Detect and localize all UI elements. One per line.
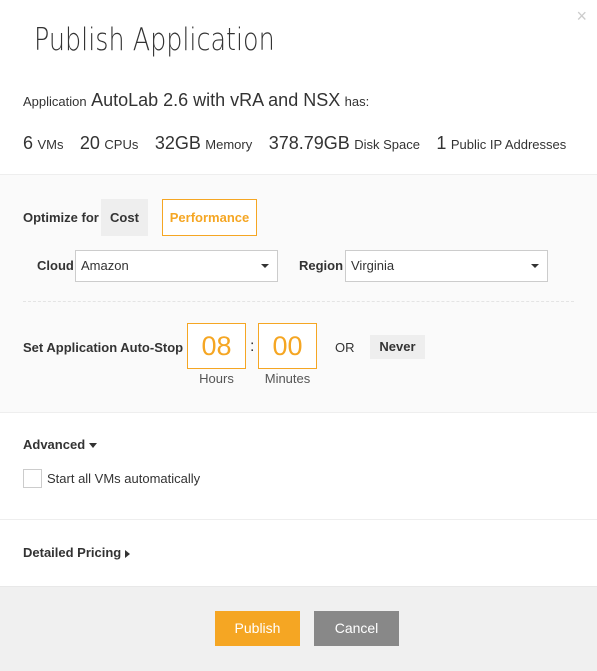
optimize-performance-button[interactable]: Performance (162, 199, 257, 236)
divider (23, 301, 574, 302)
time-separator: : (250, 338, 255, 355)
minutes-input[interactable]: 00 (258, 323, 317, 369)
stat-vms: 6 VMs (23, 133, 64, 153)
configuration-section: Optimize for Cost Performance Cloud Amaz… (0, 174, 597, 413)
application-summary: Application AutoLab 2.6 with vRA and NSX… (23, 90, 369, 111)
cloud-select[interactable]: Amazon (75, 250, 278, 282)
close-icon[interactable]: × (576, 6, 587, 26)
stat-cpus: 20 CPUs (79, 133, 139, 153)
cloud-label: Cloud (37, 258, 74, 273)
chevron-down-icon (531, 264, 539, 268)
region-label: Region (299, 258, 344, 273)
stat-public-ip: 1 Public IP Addresses (436, 133, 567, 153)
start-all-vms-label: Start all VMs automatically (47, 471, 201, 486)
autostop-label: Set Application Auto-Stop (23, 340, 184, 355)
divider (0, 519, 597, 520)
optimize-cost-button[interactable]: Cost (101, 199, 148, 236)
publish-application-dialog: × Publish Application Application AutoLa… (0, 0, 597, 671)
or-text: OR (335, 340, 355, 355)
application-suffix: has: (344, 94, 370, 109)
application-prefix: Application (23, 94, 87, 109)
cloud-value: Amazon (81, 258, 129, 273)
minutes-label: Minutes (264, 371, 311, 386)
optimize-label: Optimize for (23, 210, 99, 225)
advanced-toggle[interactable]: Advanced (23, 437, 98, 452)
dialog-title: Publish Application (34, 22, 275, 58)
stat-memory: 32GB Memory (154, 133, 253, 153)
caret-right-icon (125, 549, 131, 558)
resource-stats: 6 VMs 20 CPUs 32GB Memory 378.79GB Disk … (23, 133, 578, 154)
chevron-down-icon (261, 264, 269, 268)
caret-down-icon (89, 443, 98, 449)
detailed-pricing-toggle[interactable]: Detailed Pricing (23, 545, 131, 560)
region-value: Virginia (351, 258, 395, 273)
detailed-pricing-label: Detailed Pricing (23, 545, 122, 560)
stat-disk-space: 378.79GB Disk Space (268, 133, 420, 153)
cancel-button[interactable]: Cancel (314, 611, 399, 646)
dialog-footer: Publish Cancel (0, 586, 597, 671)
never-button[interactable]: Never (370, 335, 425, 359)
advanced-label: Advanced (23, 437, 86, 452)
publish-button[interactable]: Publish (215, 611, 300, 646)
region-select[interactable]: Virginia (345, 250, 548, 282)
application-name: AutoLab 2.6 with vRA and NSX (91, 90, 341, 110)
hours-label: Hours (199, 371, 234, 386)
hours-input[interactable]: 08 (187, 323, 246, 369)
start-all-vms-checkbox[interactable] (23, 469, 42, 488)
